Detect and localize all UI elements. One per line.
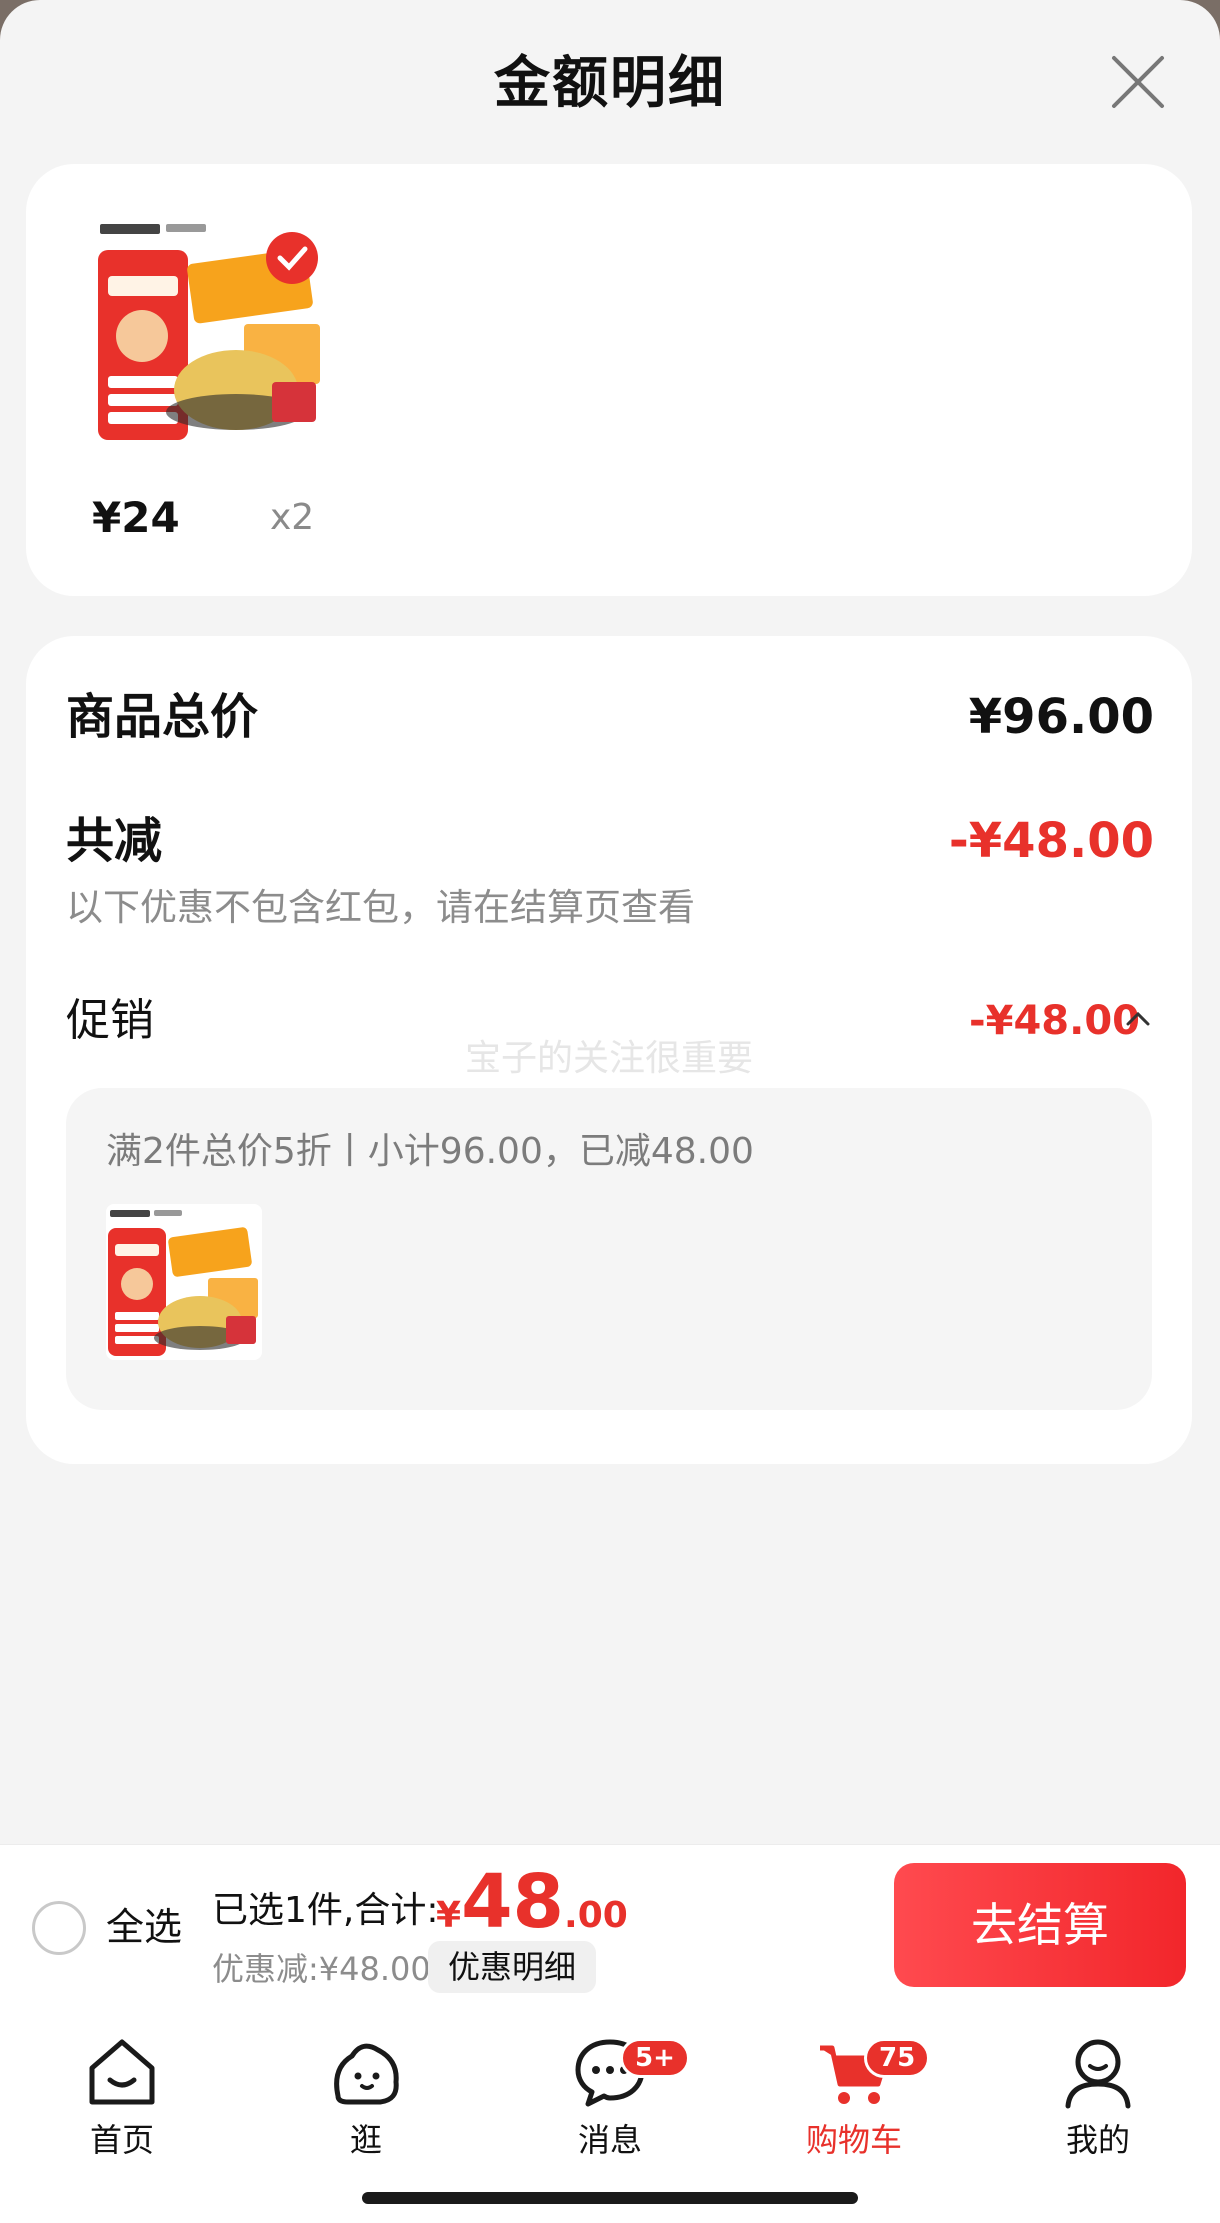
tab-label: 购物车 bbox=[805, 2121, 902, 2159]
discount-amount: 优惠减:¥48.00 bbox=[212, 1950, 431, 1988]
browse-icon bbox=[334, 2043, 399, 2105]
checkout-button[interactable]: 去结算 bbox=[894, 1863, 1186, 1987]
home-icon bbox=[89, 2039, 155, 2105]
tab-cart[interactable]: 购物车 75 bbox=[774, 2026, 934, 2166]
select-all-radio[interactable] bbox=[32, 1901, 86, 1955]
tab-label: 首页 bbox=[89, 2121, 154, 2159]
message-badge: 5+ bbox=[620, 2038, 690, 2078]
total-label: 商品总价 bbox=[66, 689, 259, 745]
product-image[interactable] bbox=[94, 216, 342, 446]
unit-price: ¥24 bbox=[92, 493, 180, 542]
select-all-label[interactable]: 全选 bbox=[106, 1899, 182, 1955]
product-card: ¥24 x2 bbox=[26, 164, 1192, 596]
reduced-value: -¥48.00 bbox=[948, 813, 1154, 869]
amount-detail-sheet: 金额明细 ¥24 x2 商品总价 ¥96.00 共减 -¥48.00 以下优惠不… bbox=[0, 0, 1220, 2223]
selected-count: 已选1件,合计: bbox=[212, 1890, 439, 1931]
total-decimal: .00 bbox=[564, 1895, 628, 1936]
promo-description: 满2件总价5折丨小计96.00，已减48.00 bbox=[106, 1131, 754, 1172]
tab-profile[interactable]: 我的 bbox=[1018, 2026, 1178, 2166]
tab-browse[interactable]: 逛 bbox=[286, 2026, 446, 2166]
promo-value[interactable]: -¥48.00 bbox=[969, 986, 1140, 1056]
cart-badge: 75 bbox=[864, 2038, 931, 2078]
discount-note: 以下优惠不包含红包，请在结算页查看 bbox=[66, 886, 695, 929]
bottom-tab-bar: 首页 逛 消息 5+ 购物车 75 我的 bbox=[0, 2004, 1220, 2223]
home-indicator[interactable] bbox=[362, 2192, 858, 2204]
summary-card: 商品总价 ¥96.00 共减 -¥48.00 以下优惠不包含红包，请在结算页查看… bbox=[26, 636, 1192, 1464]
tab-label: 逛 bbox=[349, 2121, 382, 2159]
reduced-label: 共减 bbox=[66, 813, 163, 869]
close-icon[interactable] bbox=[1108, 52, 1168, 112]
total-value: ¥96.00 bbox=[968, 689, 1154, 745]
tab-label: 我的 bbox=[1065, 2121, 1130, 2159]
quantity: x2 bbox=[270, 497, 315, 538]
total-integer: 48 bbox=[461, 1859, 565, 1945]
tab-home[interactable]: 首页 bbox=[42, 2026, 202, 2166]
currency-symbol: ¥ bbox=[436, 1895, 462, 1936]
total-amount: ¥48.00 bbox=[436, 1859, 628, 1945]
discount-detail-button[interactable]: 优惠明细 bbox=[428, 1941, 596, 1993]
profile-icon bbox=[1065, 2039, 1131, 2109]
checkout-bar: 全选 已选1件,合计: ¥48.00 优惠减:¥48.00 优惠明细 去结算 bbox=[0, 1844, 1220, 2004]
tab-label: 消息 bbox=[577, 2121, 642, 2159]
tab-messages[interactable]: 消息 5+ bbox=[530, 2026, 690, 2166]
sheet-title: 金额明细 bbox=[494, 51, 726, 116]
promo-product-thumbnail[interactable] bbox=[106, 1204, 262, 1360]
promo-detail-box: 满2件总价5折丨小计96.00，已减48.00 bbox=[66, 1088, 1152, 1410]
promo-label: 促销 bbox=[66, 995, 154, 1046]
chevron-up-icon[interactable] bbox=[1124, 1008, 1152, 1028]
